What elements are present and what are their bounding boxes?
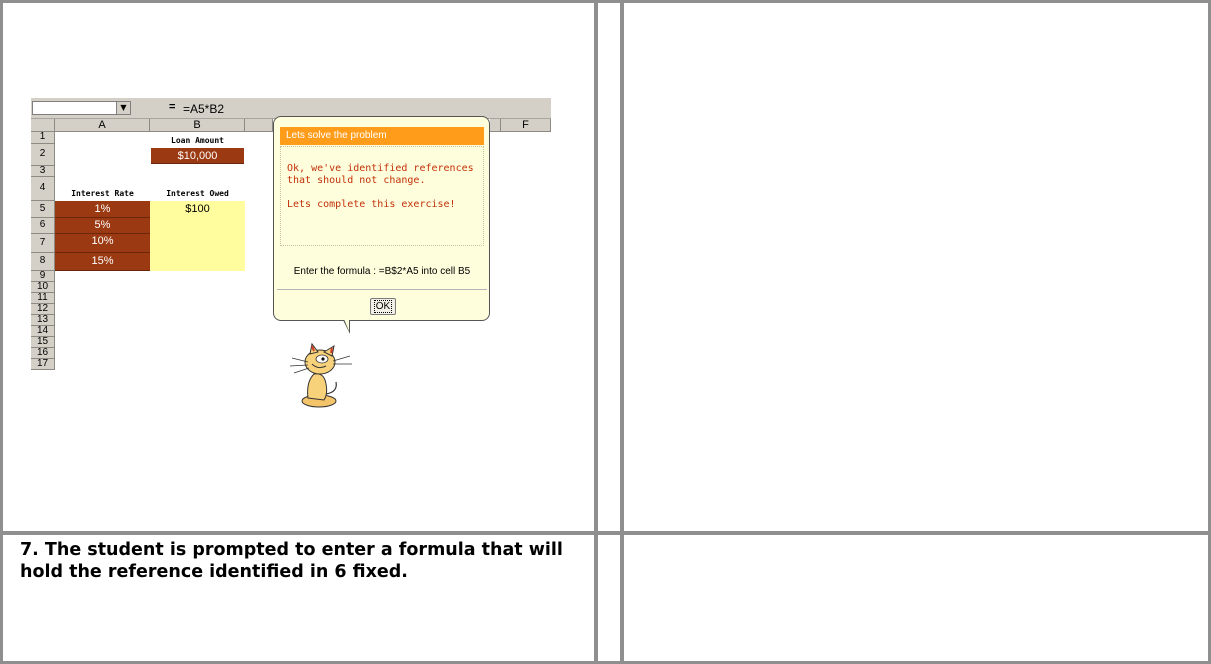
column-header-a[interactable]: A bbox=[55, 119, 150, 132]
rate-cell[interactable]: 10% bbox=[55, 234, 150, 253]
cell-notes-top bbox=[624, 3, 1208, 531]
row-header[interactable]: 5 bbox=[31, 201, 55, 218]
row-header[interactable]: 8 bbox=[31, 253, 55, 271]
column-header-c[interactable] bbox=[245, 119, 273, 132]
loan-amount-label: Loan Amount bbox=[171, 136, 224, 145]
row-header[interactable]: 3 bbox=[31, 166, 55, 177]
interest-owed-label: Interest Owed bbox=[166, 189, 229, 198]
dialog-divider bbox=[277, 289, 487, 290]
rate-cell[interactable]: 15% bbox=[55, 253, 150, 271]
dialog-message: Ok, we've identified references that sho… bbox=[287, 163, 479, 223]
dialog-message-line: Lets complete this exercise! bbox=[287, 199, 456, 210]
dialog-message-line: Ok, we've identified references that sho… bbox=[287, 163, 474, 186]
owed-cell[interactable] bbox=[150, 218, 245, 234]
cell-spacer-top bbox=[598, 3, 620, 531]
row-header[interactable]: 17 bbox=[31, 359, 55, 370]
dialog-instruction: Enter the formula : =B$2*A5 into cell B5 bbox=[293, 266, 471, 277]
rate-cell[interactable]: 5% bbox=[55, 218, 150, 234]
dialog-title: Lets solve the problem bbox=[280, 127, 484, 145]
dialog-message-box: Ok, we've identified references that sho… bbox=[280, 146, 484, 246]
cell-spacer-bottom bbox=[598, 535, 620, 661]
column-header-f[interactable]: F bbox=[501, 119, 551, 132]
ok-button-label: OK bbox=[373, 300, 393, 313]
loan-amount-cell[interactable]: $10,000 bbox=[151, 148, 244, 164]
cell-notes-bottom bbox=[624, 535, 1208, 661]
row-header[interactable]: 2 bbox=[31, 144, 55, 166]
dialog-pointer-fill bbox=[344, 319, 349, 331]
interest-rate-label: Interest Rate bbox=[71, 189, 134, 198]
formula-text[interactable]: =A5*B2 bbox=[183, 102, 224, 116]
column-header-e[interactable] bbox=[490, 119, 501, 132]
owed-cell[interactable] bbox=[150, 234, 245, 253]
step-caption: 7. The student is prompted to enter a fo… bbox=[20, 540, 563, 582]
row-header[interactable]: 4 bbox=[31, 177, 55, 201]
rate-cell[interactable]: 1% bbox=[55, 201, 150, 218]
owed-cell[interactable] bbox=[150, 253, 245, 271]
tutorial-dialog: Lets solve the problem Ok, we've identif… bbox=[273, 116, 490, 321]
cat-assistant-icon[interactable] bbox=[286, 342, 356, 410]
row-header[interactable]: 6 bbox=[31, 218, 55, 234]
owed-cell[interactable]: $100 bbox=[150, 201, 245, 218]
formula-equals-sign: = bbox=[169, 101, 176, 113]
name-box[interactable]: ▼ bbox=[32, 101, 131, 115]
dropdown-arrow-icon[interactable]: ▼ bbox=[116, 102, 130, 114]
row-header[interactable]: 1 bbox=[31, 132, 55, 144]
row-header[interactable]: 7 bbox=[31, 234, 55, 253]
column-header-b[interactable]: B bbox=[150, 119, 245, 132]
ok-button[interactable]: OK bbox=[370, 298, 396, 315]
